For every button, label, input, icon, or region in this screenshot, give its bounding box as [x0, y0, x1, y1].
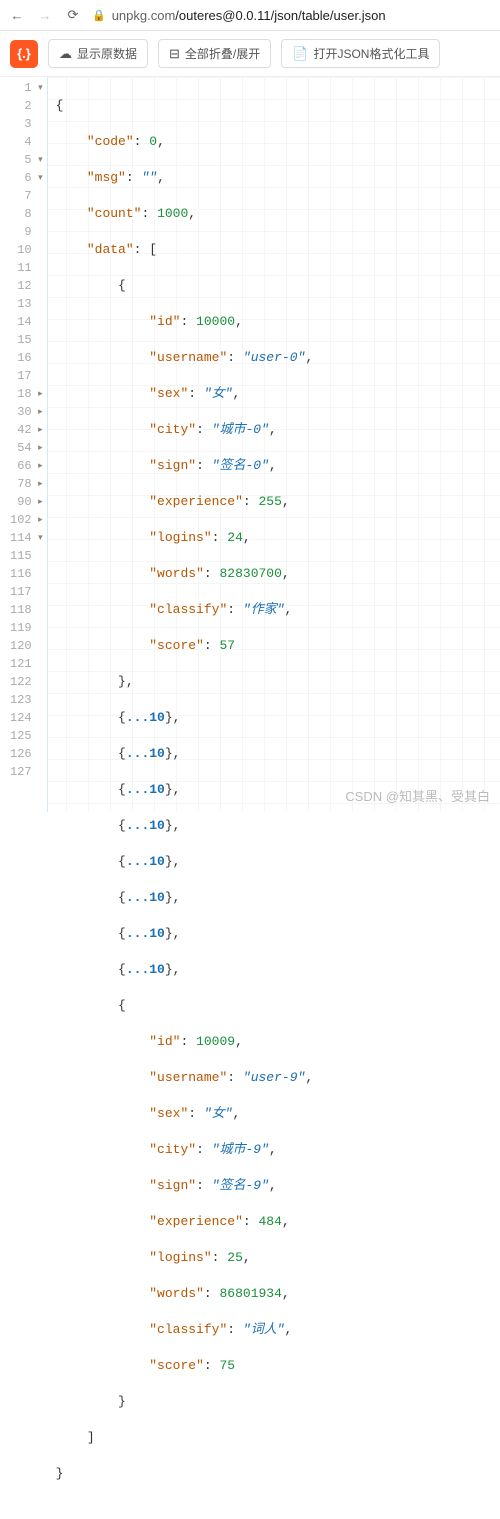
json-toolbar: {.} ☁显示原数据 ⊟全部折叠/展开 📄打开JSON格式化工具 — [0, 31, 500, 77]
fold-icon[interactable]: ▸ — [35, 457, 43, 475]
forward-button[interactable]: → — [36, 6, 54, 24]
fold-icon[interactable]: ▾ — [35, 79, 43, 97]
lock-icon: 🔒 — [92, 9, 106, 22]
fold-icon[interactable]: ▾ — [35, 169, 43, 187]
fold-icon[interactable]: ▸ — [35, 475, 43, 493]
fold-icon[interactable]: ▾ — [35, 151, 43, 169]
open-formatter-button[interactable]: 📄打开JSON格式化工具 — [281, 39, 440, 68]
fold-icon[interactable]: ▸ — [35, 421, 43, 439]
show-raw-button[interactable]: ☁显示原数据 — [48, 39, 148, 68]
fold-all-button[interactable]: ⊟全部折叠/展开 — [158, 39, 271, 68]
fold-icon[interactable]: ▸ — [35, 403, 43, 421]
cloud-icon: ☁ — [59, 46, 72, 62]
address-bar[interactable]: 🔒 unpkg.com/outeres@0.0.11/json/table/us… — [92, 8, 492, 23]
fold-icon[interactable]: ▸ — [35, 439, 43, 457]
json-viewer: 1▾ 2 3 4 5▾ 6▾ 7 8 9 10 11 12 13 14 15 1… — [0, 77, 500, 812]
reload-button[interactable]: ⟳ — [64, 6, 82, 24]
fold-icon[interactable]: ▸ — [35, 511, 43, 529]
url-host: unpkg.com — [112, 8, 176, 23]
browser-nav-bar: ← → ⟳ 🔒 unpkg.com/outeres@0.0.11/json/ta… — [0, 0, 500, 31]
watermark: CSDN @知其黑、受其白 — [345, 788, 490, 806]
line-gutter: 1▾ 2 3 4 5▾ 6▾ 7 8 9 10 11 12 13 14 15 1… — [0, 77, 48, 812]
fold-icon[interactable]: ▸ — [35, 385, 43, 403]
json-content[interactable]: { "code": 0, "msg": "", "count": 1000, "… — [48, 77, 314, 812]
collapse-icon: ⊟ — [169, 46, 180, 62]
back-button[interactable]: ← — [8, 6, 26, 24]
document-icon: 📄 — [292, 46, 308, 62]
url-path: /outeres@0.0.11/json/table/user.json — [175, 8, 385, 23]
fold-icon[interactable]: ▾ — [35, 529, 43, 547]
extension-logo: {.} — [10, 40, 38, 68]
fold-icon[interactable]: ▸ — [35, 493, 43, 511]
